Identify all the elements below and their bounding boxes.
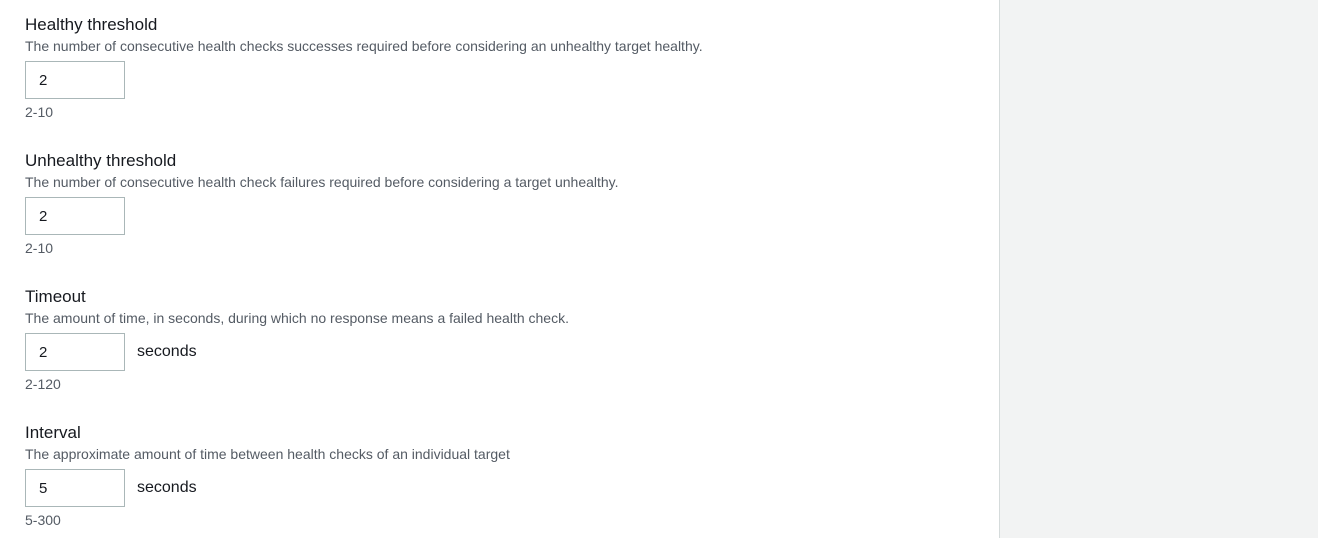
interval-input-row: seconds <box>25 469 965 507</box>
interval-label: Interval <box>25 423 81 442</box>
unhealthy-threshold-input-row <box>25 197 965 235</box>
interval-unit: seconds <box>137 479 197 496</box>
timeout-constraint: 2-120 <box>25 376 61 392</box>
interval-field: Interval The approximate amount of time … <box>25 423 965 529</box>
interval-description: The approximate amount of time between h… <box>25 446 510 462</box>
healthy-threshold-field: Healthy threshold The number of consecut… <box>25 15 965 121</box>
unhealthy-threshold-input[interactable] <box>25 197 125 235</box>
timeout-description: The amount of time, in seconds, during w… <box>25 310 569 326</box>
unhealthy-threshold-constraint: 2-10 <box>25 240 54 256</box>
unhealthy-threshold-field: Unhealthy threshold The number of consec… <box>25 151 965 257</box>
healthy-threshold-constraint: 2-10 <box>25 104 54 120</box>
unhealthy-threshold-label: Unhealthy threshold <box>25 151 177 170</box>
timeout-label: Timeout <box>25 287 86 306</box>
side-panel <box>1000 0 1318 538</box>
health-check-form: Healthy threshold The number of consecut… <box>0 0 999 538</box>
interval-constraint: 5-300 <box>25 512 61 528</box>
healthy-threshold-description: The number of consecutive health checks … <box>25 38 703 54</box>
unhealthy-threshold-description: The number of consecutive health check f… <box>25 174 619 190</box>
timeout-unit: seconds <box>137 343 197 360</box>
timeout-input-row: seconds <box>25 333 965 371</box>
healthy-threshold-input-row <box>25 61 965 99</box>
health-check-settings-page: Healthy threshold The number of consecut… <box>0 0 1318 538</box>
interval-input[interactable] <box>25 469 125 507</box>
healthy-threshold-label: Healthy threshold <box>25 15 158 34</box>
healthy-threshold-input[interactable] <box>25 61 125 99</box>
timeout-input[interactable] <box>25 333 125 371</box>
timeout-field: Timeout The amount of time, in seconds, … <box>25 287 965 393</box>
